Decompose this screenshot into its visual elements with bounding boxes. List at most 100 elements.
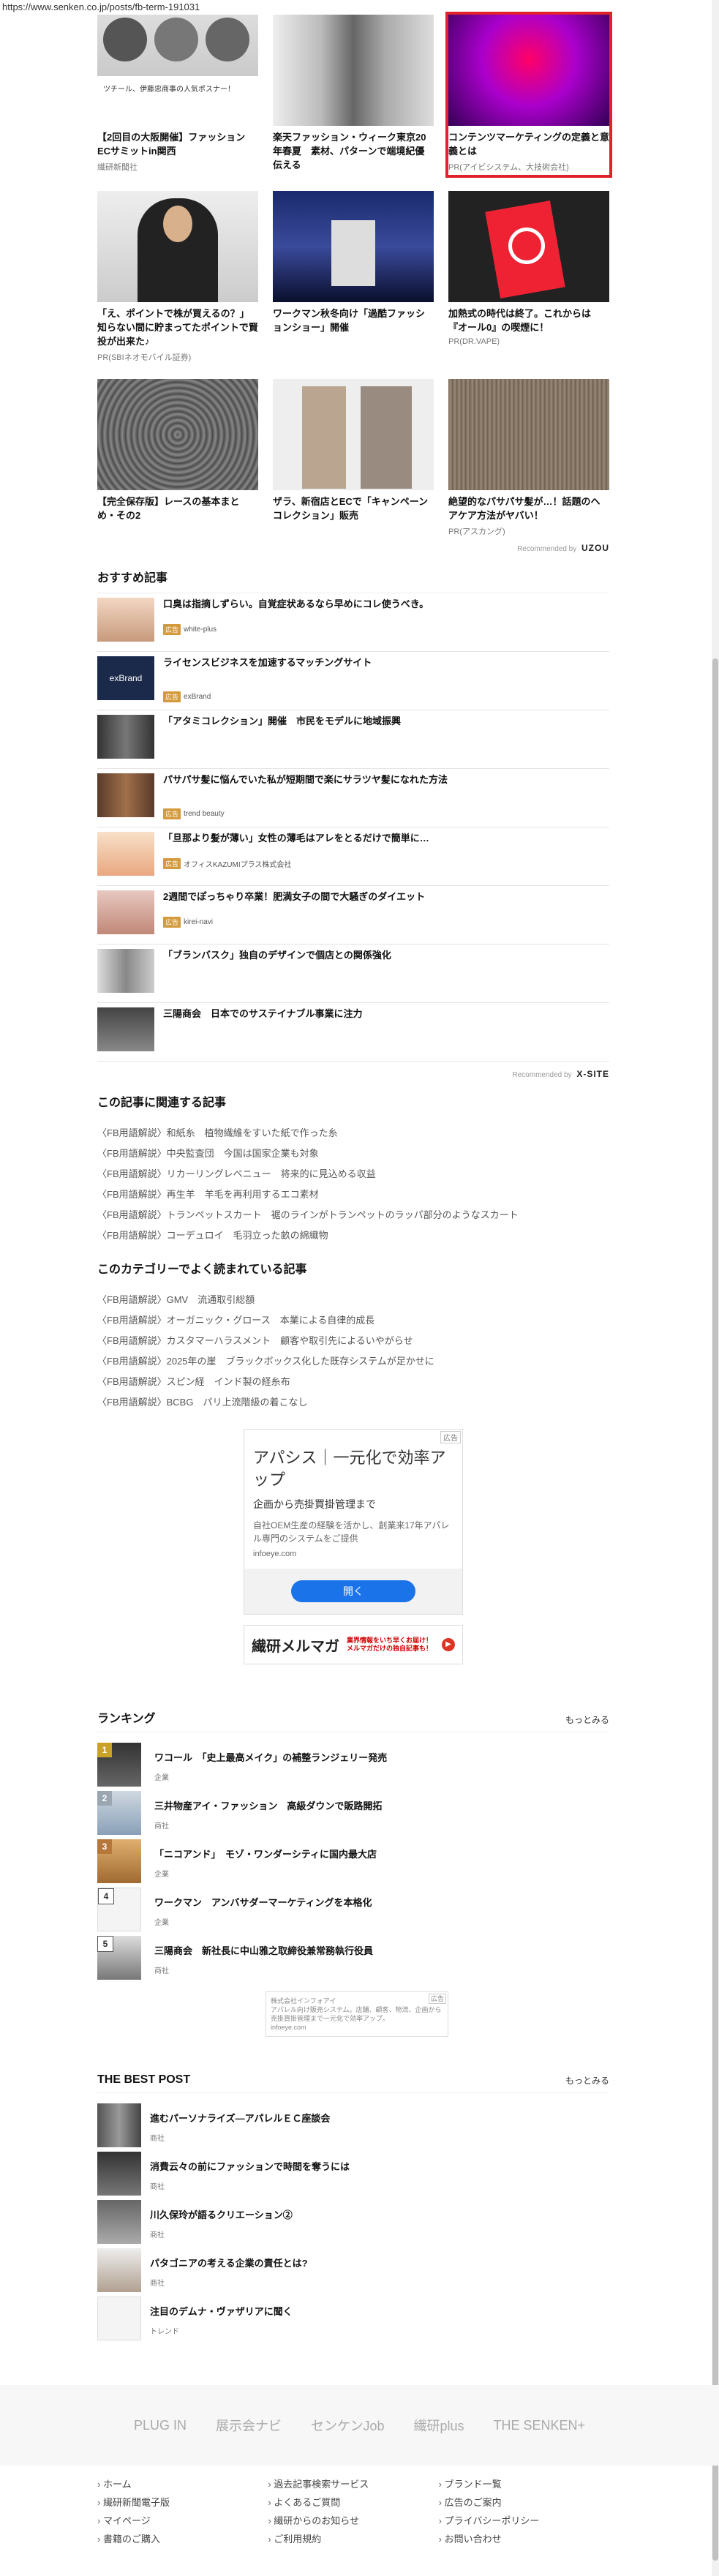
item-title[interactable]: 「ブランバスク」独自のデザインで個店との関係強化: [163, 949, 391, 962]
scrollbar[interactable]: [712, 0, 719, 2576]
article-link[interactable]: 〈FB用語解説〉GMV 流通取引総額: [97, 1290, 609, 1310]
ad-headline[interactable]: アパシス｜一元化で効率アップ: [253, 1447, 453, 1491]
footer-link[interactable]: 繊研からのお知らせ: [268, 2513, 438, 2527]
footer-link[interactable]: プライバシーポリシー: [439, 2513, 609, 2527]
item-thumbnail[interactable]: [97, 832, 154, 876]
best-post-item[interactable]: 川久保玲が語るクリエーション② 商社: [97, 2200, 609, 2248]
ad-thumbnail[interactable]: [97, 191, 258, 302]
article-link[interactable]: 〈FB用語解説〉コーデュロイ 毛羽立った畝の綿織物: [97, 1225, 609, 1246]
item-title[interactable]: 三井物産アイ・ファッション 高級ダウンで販路開拓: [154, 1798, 382, 1812]
item-thumbnail[interactable]: 3: [97, 1839, 141, 1883]
item-thumbnail[interactable]: [97, 2248, 141, 2292]
item-thumbnail[interactable]: [97, 2200, 141, 2244]
item-thumbnail[interactable]: exBrand: [97, 656, 154, 700]
senken-plus-logo[interactable]: 繊研plus: [413, 2416, 464, 2435]
footer-link[interactable]: ブランド一覧: [439, 2477, 609, 2490]
item-thumbnail[interactable]: 2: [97, 1791, 141, 1835]
ad-label[interactable]: 広告: [428, 1994, 446, 2004]
footer-link[interactable]: ご利用規約: [268, 2531, 438, 2545]
article-link[interactable]: 〈FB用語解説〉中央監査団 今国は国家企業も対象: [97, 1144, 609, 1164]
the-senken-plus-logo[interactable]: THE SENKEN+: [494, 2418, 586, 2433]
ad-open-button[interactable]: 開く: [291, 1580, 415, 1602]
item-title[interactable]: 「ニコアンド」 モゾ・ワンダーシティに国内最大店: [154, 1847, 377, 1860]
item-title[interactable]: パサパサ髪に悩んでいた私が短期間で楽にサラツヤ髪になれた方法: [163, 773, 448, 786]
ad-title[interactable]: 「え、ポイントで株が買えるの？」知らない間に貯まってたポイントで賢投が出来た♪: [97, 307, 258, 348]
ad-thumbnail[interactable]: ツチール、伊藤忠商事の人気ポスナー！: [97, 15, 258, 126]
ad-card[interactable]: ツチール、伊藤忠商事の人気ポスナー！ 【2回目の大阪開催】ファッションECサミッ…: [97, 15, 258, 175]
ad-thumbnail[interactable]: [448, 379, 609, 490]
item-thumbnail[interactable]: 1: [97, 1743, 141, 1787]
article-link[interactable]: 〈FB用語解説〉再生羊 羊毛を再利用するエコ素材: [97, 1184, 609, 1205]
article-link[interactable]: 〈FB用語解説〉2025年の崖 ブラックボックス化した既存システムが足かせに: [97, 1351, 609, 1372]
item-thumbnail[interactable]: [97, 2297, 141, 2340]
item-title[interactable]: 口臭は指摘しずらい。自覚症状あるなら早めにコレ使うべき。: [163, 598, 429, 611]
ad-card[interactable]: 加熱式の時代は終了。これからは『オール0』の喫煙に！ PR(DR.VAPE): [448, 191, 609, 363]
uzou-logo[interactable]: UZOU: [581, 543, 609, 553]
item-title[interactable]: 三陽商会 新社長に中山雅之取締役兼常務執行役員: [154, 1943, 373, 1957]
ad-label[interactable]: 広告: [440, 1431, 461, 1443]
article-link[interactable]: 〈FB用語解説〉リカーリングレベニュー 将来的に見込める収益: [97, 1164, 609, 1184]
list-item[interactable]: 三陽商会 日本でのサステイナブル事業に注力: [97, 1003, 609, 1062]
article-link[interactable]: 〈FB用語解説〉スピン経 インド製の経糸布: [97, 1372, 609, 1392]
footer-link[interactable]: 繊研新聞電子版: [97, 2495, 268, 2509]
item-title[interactable]: 注目のデムナ・ヴァザリアに聞く: [150, 2304, 293, 2318]
item-title[interactable]: ライセンスビジネスを加速するマッチングサイト: [163, 656, 372, 669]
item-thumbnail[interactable]: [97, 2103, 141, 2147]
item-title[interactable]: ワコール 「史上最高メイク」の補整ランジェリー発売: [154, 1750, 387, 1764]
list-item[interactable]: 「旦那より髪が薄い」女性の薄毛はアレをとるだけで簡単に… 広告 オフィスKAZUM…: [97, 827, 609, 886]
footer-link[interactable]: 書籍のご購入: [97, 2531, 268, 2545]
item-title[interactable]: 消費云々の前にファッションで時間を奪うには: [150, 2159, 350, 2173]
ad-title[interactable]: 加熱式の時代は終了。これからは『オール0』の喫煙に！: [448, 307, 609, 334]
footer-link[interactable]: お問い合わせ: [439, 2531, 609, 2545]
xsite-logo[interactable]: X-SITE: [576, 1069, 609, 1079]
article-link[interactable]: 〈FB用語解説〉トランペットスカート 裾のラインがトランペットのラッパ部分のよう…: [97, 1205, 609, 1225]
browser-url[interactable]: https://www.senken.co.jp/posts/fb-term-1…: [0, 0, 202, 14]
display-ad[interactable]: 広告 アパシス｜一元化で効率アップ 企画から売掛買掛管理まで 自社OEM生産の経…: [244, 1429, 463, 1615]
list-item[interactable]: パサパサ髪に悩んでいた私が短期間で楽にサラツヤ髪になれた方法 広告 trend b…: [97, 769, 609, 827]
footer-link[interactable]: 広告のご案内: [439, 2495, 609, 2509]
article-link[interactable]: 〈FB用語解説〉BCBG パリ上流階級の着こなし: [97, 1392, 609, 1413]
scrollbar-thumb[interactable]: [712, 658, 718, 2561]
article-link[interactable]: 〈FB用語解説〉和紙糸 植物繊維をすいた紙で作った糸: [97, 1123, 609, 1144]
footer-link[interactable]: マイページ: [97, 2513, 268, 2527]
item-thumbnail[interactable]: [97, 598, 154, 642]
item-thumbnail[interactable]: [97, 890, 154, 934]
item-thumbnail[interactable]: [97, 1007, 154, 1051]
more-link[interactable]: もっとみる: [565, 1713, 609, 1726]
ranking-item[interactable]: 2 三井物産アイ・ファッション 高級ダウンで販路開拓 商社: [97, 1791, 609, 1839]
item-thumbnail[interactable]: 5: [97, 1936, 141, 1980]
ad-title[interactable]: 【2回目の大阪開催】ファッションECサミットin関西: [97, 130, 258, 158]
list-item[interactable]: 「アタミコレクション」開催 市民をモデルに地域振興: [97, 710, 609, 769]
item-title[interactable]: 「アタミコレクション」開催 市民をモデルに地域振興: [163, 715, 401, 728]
ad-card[interactable]: コンテンツマーケティングの定義と意義とは PR(アイビシステム、大技術会社): [445, 12, 612, 178]
ad-card[interactable]: ザラ、新宿店とECで「キャンペーンコレクション」販売: [273, 379, 434, 537]
ad-thumbnail[interactable]: [273, 379, 434, 490]
ad-title[interactable]: 絶望的なパサパサ髪が…！話題のヘアケア方法がヤバい！: [448, 495, 609, 522]
list-item[interactable]: 「ブランバスク」独自のデザインで個店との関係強化: [97, 945, 609, 1003]
ad-title[interactable]: 【完全保存版】レースの基本まとめ・その2: [97, 495, 258, 522]
more-link[interactable]: もっとみる: [565, 2074, 609, 2087]
item-thumbnail[interactable]: [97, 949, 154, 993]
list-item[interactable]: 2週間でぽっちゃり卒業！肥満女子の間で大騒ぎのダイエット 広告 kirei-nav…: [97, 886, 609, 945]
senken-job-logo[interactable]: センケンJob: [311, 2416, 384, 2435]
ad-title[interactable]: ザラ、新宿店とECで「キャンペーンコレクション」販売: [273, 495, 434, 522]
ad-card[interactable]: ワークマン秋冬向け「過酷ファッションショー」開催: [273, 191, 434, 363]
item-title[interactable]: 進むパーソナライズ―アパレルＥＣ座談会: [150, 2111, 330, 2125]
ad-title[interactable]: コンテンツマーケティングの定義と意義とは: [448, 130, 609, 158]
item-title[interactable]: 「旦那より髪が薄い」女性の薄毛はアレをとるだけで簡単に…: [163, 832, 429, 845]
article-link[interactable]: 〈FB用語解説〉カスタマーハラスメント 顧客や取引先によるいやがらせ: [97, 1331, 609, 1351]
item-title[interactable]: ワークマン アンバサダーマーケティングを本格化: [154, 1895, 372, 1909]
list-item[interactable]: exBrand ライセンスビジネスを加速するマッチングサイト 広告 exBrand: [97, 652, 609, 710]
ad-card[interactable]: 楽天ファッション・ウィーク東京20年春夏 素材、パターンで端境紀優伝える: [273, 15, 434, 175]
item-title[interactable]: 三陽商会 日本でのサステイナブル事業に注力: [163, 1007, 362, 1021]
ranking-item[interactable]: 4 ワークマン アンバサダーマーケティングを本格化 企業: [97, 1888, 609, 1936]
list-item[interactable]: 口臭は指摘しずらい。自覚症状あるなら早めにコレ使うべき。 広告 white-plu…: [97, 593, 609, 652]
ad-thumbnail[interactable]: [97, 379, 258, 490]
plugin-logo[interactable]: PLUG IN: [134, 2418, 187, 2433]
item-title[interactable]: 川久保玲が語るクリエーション②: [150, 2207, 293, 2221]
footer-link[interactable]: ホーム: [97, 2477, 268, 2490]
ad-card[interactable]: 「え、ポイントで株が買えるの？」知らない間に貯まってたポイントで賢投が出来た♪ …: [97, 191, 258, 363]
ad-card[interactable]: 絶望的なパサパサ髪が…！話題のヘアケア方法がヤバい！ PR(アスカング): [448, 379, 609, 537]
ad-thumbnail[interactable]: [273, 15, 434, 126]
ad-card[interactable]: 【完全保存版】レースの基本まとめ・その2: [97, 379, 258, 537]
